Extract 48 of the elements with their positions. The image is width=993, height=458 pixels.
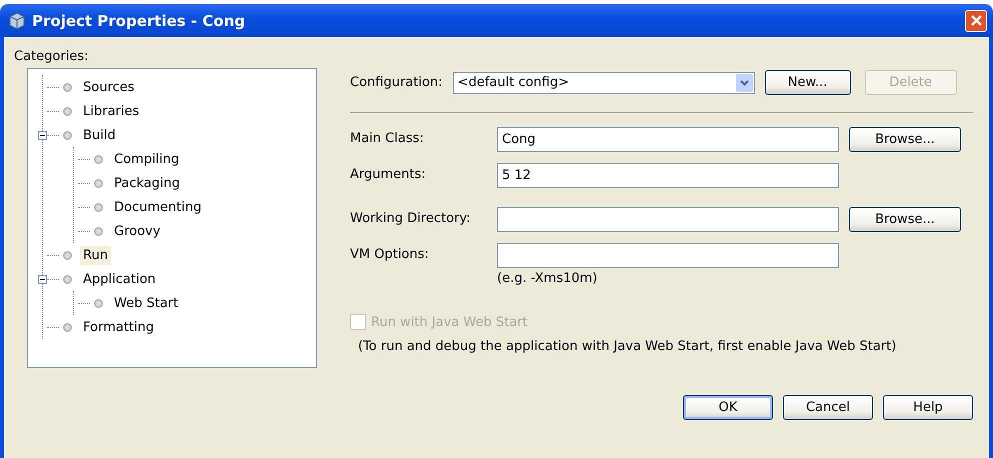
bullet-icon — [94, 154, 103, 164]
category-item[interactable]: Documenting — [111, 198, 204, 216]
bullet-icon — [63, 82, 72, 92]
bullet-icon — [63, 322, 72, 332]
cube-icon — [8, 12, 26, 30]
category-item[interactable]: Web Start — [111, 294, 182, 312]
collapse-icon[interactable] — [38, 130, 47, 140]
bullet-icon — [94, 202, 103, 212]
field-label: Main Class: — [350, 130, 425, 146]
text-field[interactable] — [497, 207, 839, 232]
field-label: VM Options: — [350, 246, 430, 262]
dialog-button[interactable]: Help — [883, 395, 973, 420]
dialog-button[interactable]: Cancel — [783, 395, 873, 420]
category-item[interactable]: Application — [80, 270, 159, 288]
text-field[interactable]: Cong — [497, 127, 839, 152]
bullet-icon — [63, 106, 72, 116]
bullet-icon — [94, 298, 103, 308]
categories-label: Categories: — [14, 49, 90, 64]
category-item[interactable]: Build — [80, 126, 119, 144]
category-item[interactable]: Libraries — [80, 102, 142, 120]
configuration-dropdown[interactable]: <default config> — [452, 72, 755, 94]
bullet-icon — [63, 130, 72, 140]
category-item[interactable]: Packaging — [111, 174, 183, 192]
close-icon[interactable] — [970, 14, 982, 27]
text-field[interactable]: 5 12 — [497, 163, 839, 188]
field-label: Arguments: — [350, 166, 427, 182]
category-item[interactable]: Groovy — [111, 222, 164, 240]
config-button[interactable]: New... — [764, 70, 851, 95]
bullet-icon — [63, 274, 72, 284]
category-item[interactable]: Compiling — [111, 150, 182, 168]
bullet-icon — [94, 178, 103, 188]
window-title: Project Properties - Cong — [32, 12, 246, 30]
field-label: Working Directory: — [350, 210, 472, 226]
bullet-icon — [94, 226, 103, 236]
category-item[interactable]: Sources — [80, 78, 138, 96]
collapse-icon[interactable] — [38, 274, 47, 284]
note-text: (To run and debug the application with Java Web Start, first enable Java Web Start) — [358, 339, 898, 354]
checkbox-label: Run with Java Web Start — [371, 314, 528, 330]
browse-button[interactable]: Browse... — [849, 127, 961, 152]
close-button[interactable] — [965, 10, 987, 32]
browse-button[interactable]: Browse... — [849, 207, 961, 232]
configuration-label: Configuration: — [350, 75, 443, 90]
category-item[interactable]: Run — [80, 246, 111, 264]
bullet-icon — [63, 250, 72, 260]
hint-text: (e.g. -Xms10m) — [497, 271, 598, 286]
text-field[interactable] — [497, 243, 839, 268]
dialog-button[interactable]: OK — [683, 395, 773, 420]
category-item[interactable]: Formatting — [80, 318, 158, 336]
